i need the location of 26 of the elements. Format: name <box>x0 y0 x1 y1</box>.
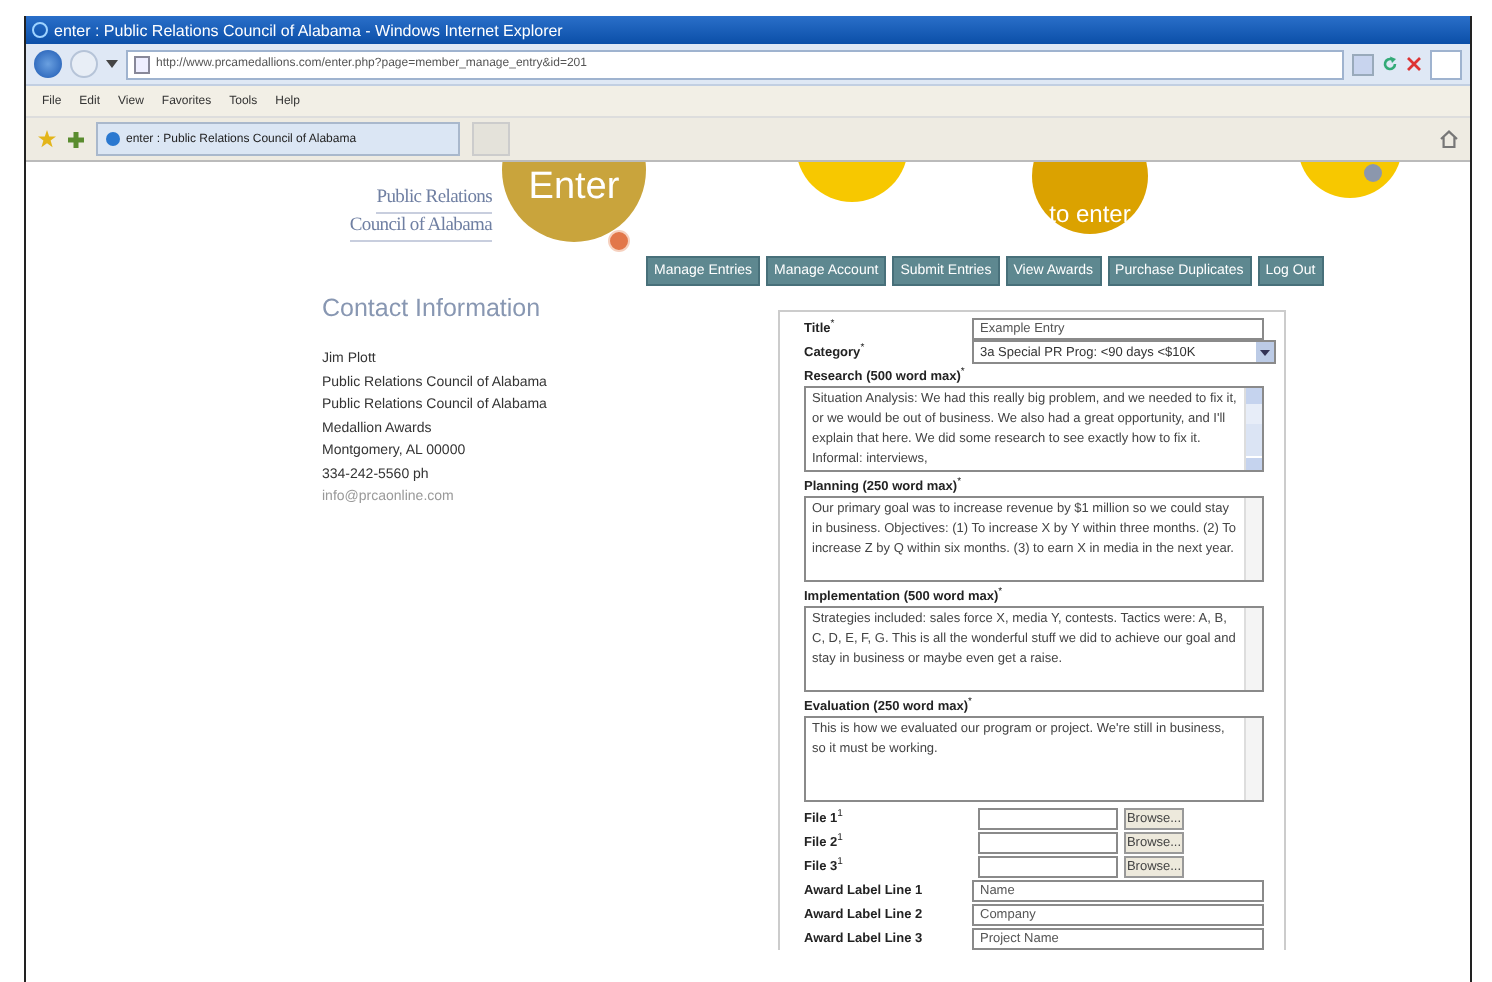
star-icon[interactable] <box>38 130 56 148</box>
browser-icon <box>32 22 48 38</box>
dropdown-arrow-button[interactable] <box>1256 342 1274 362</box>
search-field[interactable] <box>1430 49 1462 79</box>
scrollbar[interactable] <box>1244 608 1262 690</box>
site-logo: Public Relations Council of Alabama <box>332 186 492 242</box>
plus-icon[interactable] <box>68 131 84 147</box>
contact-heading: Contact Information <box>322 294 543 322</box>
new-tab-button[interactable] <box>472 122 510 156</box>
badge-dot-icon <box>608 230 630 252</box>
file-field[interactable] <box>978 831 1118 853</box>
back-button[interactable] <box>34 50 62 78</box>
caret-icon <box>1260 349 1270 355</box>
file-field[interactable] <box>978 807 1118 829</box>
file-field[interactable] <box>978 855 1118 877</box>
go-dropdown-icon[interactable] <box>1352 53 1374 75</box>
window-title: enter : Public Relations Council of Alabama - Windows Internet Explorer <box>54 21 563 39</box>
refresh-icon[interactable] <box>1382 56 1398 72</box>
scrollbar[interactable] <box>1244 388 1262 470</box>
page-icon <box>134 55 150 73</box>
stop-icon[interactable] <box>1406 56 1422 72</box>
page-icon <box>106 132 120 146</box>
scrollbar[interactable] <box>1244 718 1262 800</box>
scrollbar[interactable] <box>1244 498 1262 580</box>
home-icon[interactable] <box>1440 130 1458 148</box>
dropdown-icon[interactable] <box>106 60 118 68</box>
